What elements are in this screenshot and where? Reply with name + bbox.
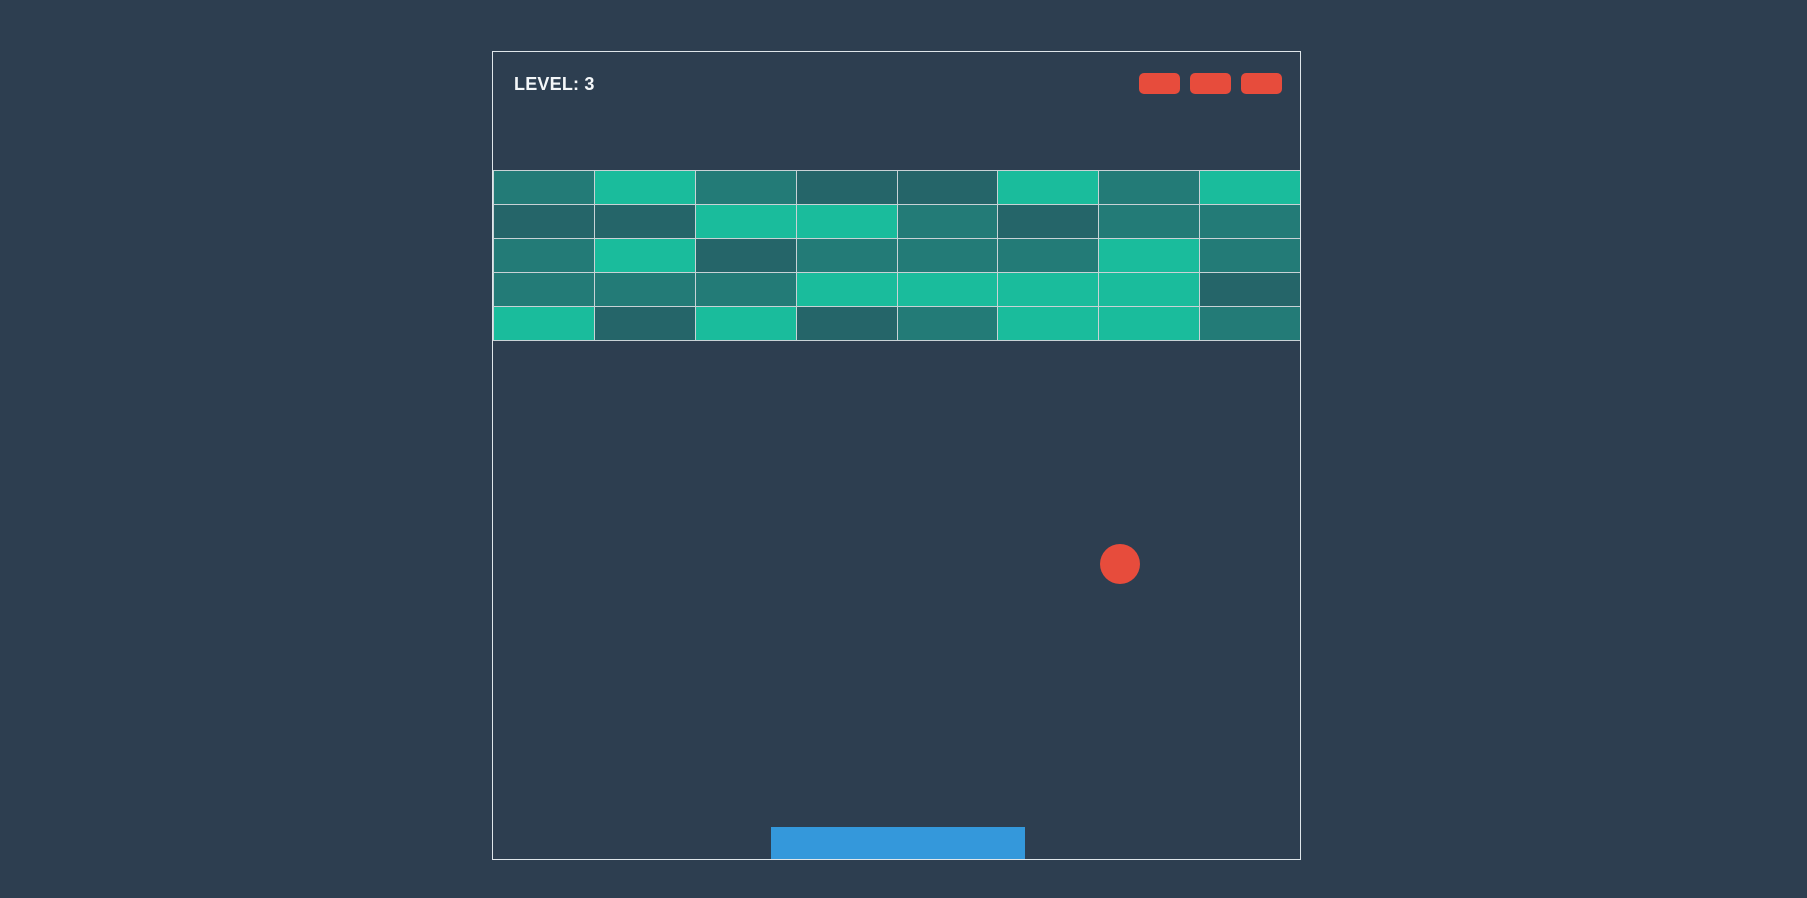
brick [593,306,696,341]
brick [896,272,999,307]
brick [694,272,797,307]
brick [795,238,898,273]
brick [694,238,797,273]
brick [593,204,696,239]
brick [1199,238,1300,273]
brick [997,204,1100,239]
brick [593,170,696,205]
lives-indicator [1139,73,1282,94]
brick [997,272,1100,307]
brick [694,170,797,205]
brick [896,170,999,205]
brick [1199,272,1300,307]
brick [795,272,898,307]
brick [1199,306,1300,341]
brick [593,272,696,307]
brick [896,238,999,273]
life-marker [1190,73,1231,94]
brick-grid [493,170,1300,341]
brick [1098,306,1201,341]
brick [493,272,595,307]
game-board[interactable]: LEVEL: 3 [492,51,1301,860]
brick [997,170,1100,205]
brick [795,306,898,341]
brick [896,306,999,341]
brick [593,238,696,273]
life-marker [1241,73,1282,94]
brick [694,204,797,239]
brick [1098,272,1201,307]
ball [1100,544,1140,584]
brick [795,204,898,239]
brick [1199,204,1300,239]
brick [896,204,999,239]
paddle[interactable] [771,827,1025,859]
brick [1098,204,1201,239]
brick [493,204,595,239]
brick [1098,238,1201,273]
brick [997,306,1100,341]
brick [493,306,595,341]
brick [795,170,898,205]
brick [1098,170,1201,205]
brick [694,306,797,341]
brick [997,238,1100,273]
brick [493,238,595,273]
life-marker [1139,73,1180,94]
level-indicator: LEVEL: 3 [514,74,595,94]
brick [1199,170,1300,205]
brick [493,170,595,205]
